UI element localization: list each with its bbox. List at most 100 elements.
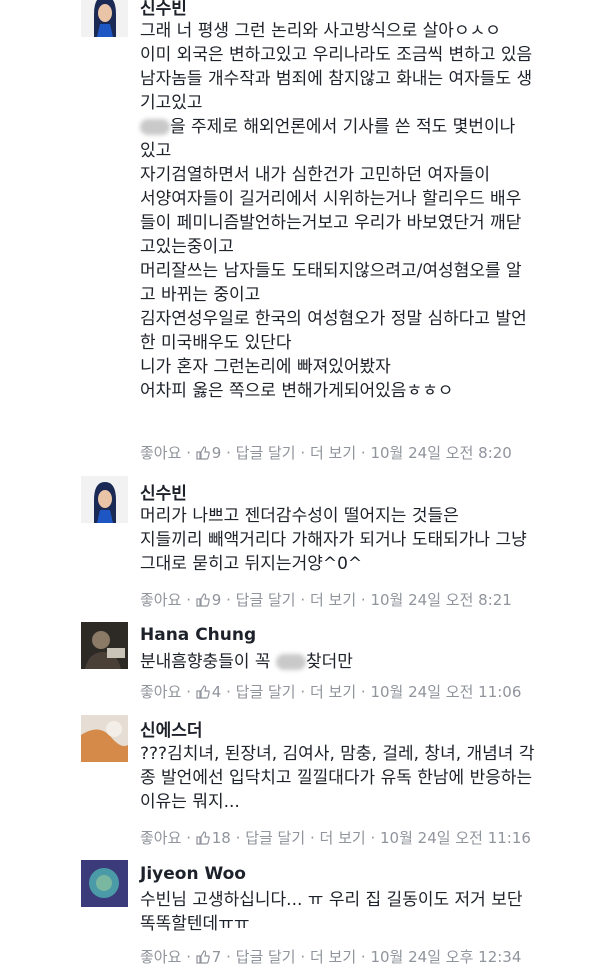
comment-actions: 좋아요 · 9 · 답글 달기 · 더 보기 · 10월 24일 오전 8:20: [140, 442, 512, 464]
comment-line: ???김치녀, 된장녀, 김여사, 맘충, 걸레, 창녀, 개념녀 각: [140, 744, 535, 764]
timestamp[interactable]: 10월 24일 오후 12:34: [370, 946, 521, 968]
comment-line-text: 분내흠향충들이 꼭: [140, 652, 271, 672]
more-link[interactable]: 더 보기: [320, 827, 366, 849]
separator: ·: [300, 444, 306, 462]
comment-line-text: 을 주제로 해외언론에서 기사를 쓴 적도 몇번이나: [170, 117, 516, 137]
like-count: 9: [196, 442, 221, 464]
avatar[interactable]: [81, 715, 128, 762]
comment-actions: 좋아요 · 7 · 답글 달기 · 더 보기 · 10월 24일 오후 12:3…: [140, 946, 521, 968]
separator: ·: [300, 683, 306, 701]
comment-line: 똑똑할텐데ㅠㅠ: [140, 914, 250, 934]
commenter-name[interactable]: Hana Chung: [140, 625, 256, 645]
comment-text: ???김치녀, 된장녀, 김여사, 맘충, 걸레, 창녀, 개념녀 각 종 발언…: [140, 742, 589, 814]
comment-line: 수빈님 고생하십니다... ㅠ 우리 집 길동이도 저거 보단: [140, 890, 523, 910]
comment-line: 니가 혼자 그런논리에 빠져있어봤자: [140, 357, 391, 377]
avatar[interactable]: [81, 476, 128, 523]
commenter-name[interactable]: Jiyeon Woo: [140, 864, 246, 884]
separator: ·: [235, 829, 241, 847]
comment-text: 수빈님 고생하십니다... ㅠ 우리 집 길동이도 저거 보단 똑똑할텐데ㅠㅠ: [140, 888, 589, 936]
profile-photo-icon: [81, 715, 128, 762]
thumbs-up-icon: [196, 685, 210, 699]
comment: 신에스더 ???김치녀, 된장녀, 김여사, 맘충, 걸레, 창녀, 개념녀 각…: [0, 710, 599, 858]
like-link[interactable]: 좋아요: [140, 946, 181, 968]
separator: ·: [370, 829, 376, 847]
comment-line: 어차피 옳은 쪽으로 변해가게되어있음ㅎㅎㅇ: [140, 381, 454, 401]
separator: ·: [226, 591, 231, 609]
comment: Hana Chung 분내흠향충들이 꼭 찾더만 좋아요 · 4 · 답글 달기…: [0, 620, 599, 710]
thumbs-up-icon: [196, 593, 210, 607]
reply-link[interactable]: 답글 달기: [236, 589, 296, 611]
comment-line: 분내흠향충들이 꼭 찾더만: [140, 650, 589, 674]
comment-line: 지들끼리 빼액거리다 가해자가 되거나 도태되가나 그냥: [140, 530, 527, 550]
like-count: 7: [196, 946, 222, 968]
timestamp[interactable]: 10월 24일 오전 11:06: [370, 681, 521, 703]
separator: ·: [186, 444, 191, 462]
separator: ·: [226, 683, 231, 701]
like-link[interactable]: 좋아요: [140, 589, 181, 611]
separator: ·: [186, 948, 191, 966]
more-link[interactable]: 더 보기: [310, 442, 356, 464]
comment-line: 들이 페미니즘발언하는거보고 우리가 바보였단거 깨닫: [140, 213, 522, 233]
comment-actions: 좋아요 · 4 · 답글 달기 · 더 보기 · 10월 24일 오전 11:0…: [140, 681, 521, 703]
separator: ·: [300, 948, 306, 966]
like-count: 18: [196, 827, 231, 849]
separator: ·: [186, 683, 191, 701]
avatar[interactable]: [81, 0, 128, 37]
profile-photo-icon: [81, 476, 128, 523]
like-count: 4: [196, 681, 222, 703]
comment-line: 한 미국배우도 있단다: [140, 333, 292, 353]
like-count-value: 9: [211, 591, 222, 609]
comment-line: 기고있고: [140, 93, 203, 113]
like-link[interactable]: 좋아요: [140, 827, 181, 849]
redacted-text: [140, 119, 170, 135]
avatar[interactable]: [81, 860, 128, 907]
like-link[interactable]: 좋아요: [140, 681, 181, 703]
like-link[interactable]: 좋아요: [140, 442, 181, 464]
more-link[interactable]: 더 보기: [310, 589, 356, 611]
comment-line: 서양여자들이 길거리에서 시위하는거나 할리우드 배우: [140, 189, 522, 209]
timestamp[interactable]: 10월 24일 오전 11:16: [380, 827, 531, 849]
comment-line: 김자연성우일로 한국의 여성혐오가 정말 심하다고 발언: [140, 309, 527, 329]
commenter-name[interactable]: 신수빈: [140, 479, 187, 504]
reply-link[interactable]: 답글 달기: [236, 442, 296, 464]
like-count-value: 4: [211, 683, 222, 701]
comment-line: 고 바뀌는 중이고: [140, 285, 261, 305]
separator: ·: [226, 444, 231, 462]
comment-actions: 좋아요 · 18 · 답글 달기 · 더 보기 · 10월 24일 오전 11:…: [140, 827, 531, 849]
profile-photo-icon: [81, 860, 128, 907]
avatar[interactable]: [81, 622, 128, 669]
comment-line-text: 찾더만: [305, 652, 353, 672]
comment-line: 있고: [140, 141, 172, 161]
profile-photo-icon: [81, 0, 128, 37]
like-count: 9: [196, 589, 222, 611]
comment: 신수빈 그래 너 평생 그런 논리와 사고방식으로 살아ㅇㅅㅇ 이미 외국은 변…: [0, 0, 599, 470]
like-count-value: 7: [211, 948, 222, 966]
separator: ·: [360, 444, 366, 462]
comment-line: 그대로 묻히고 뒤지는거양^0^: [140, 554, 363, 574]
comment-line: 이유는 뭐지...: [140, 792, 240, 812]
comment-line: 머리가 나쁘고 젠더감수성이 떨어지는 것들은: [140, 506, 459, 526]
separator: ·: [186, 591, 191, 609]
profile-photo-icon: [81, 622, 128, 669]
reply-link[interactable]: 답글 달기: [236, 681, 296, 703]
commenter-name[interactable]: 신수빈: [140, 0, 187, 19]
comment-text: 머리가 나쁘고 젠더감수성이 떨어지는 것들은 지들끼리 빼액거리다 가해자가 …: [140, 504, 589, 576]
reply-link[interactable]: 답글 달기: [236, 946, 296, 968]
more-link[interactable]: 더 보기: [310, 946, 356, 968]
timestamp[interactable]: 10월 24일 오전 8:21: [370, 589, 511, 611]
timestamp[interactable]: 10월 24일 오전 8:20: [370, 442, 511, 464]
thumbs-up-icon: [196, 446, 210, 460]
separator: ·: [309, 829, 315, 847]
commenter-name[interactable]: 신에스더: [140, 716, 203, 741]
thumbs-up-icon: [196, 831, 210, 845]
separator: ·: [300, 591, 306, 609]
more-link[interactable]: 더 보기: [310, 681, 356, 703]
comment-line: 종 발언에선 입닥치고 낄낄대다가 유독 한남에 반응하는: [140, 768, 533, 788]
separator: ·: [186, 829, 191, 847]
comment: Jiyeon Woo 수빈님 고생하십니다... ㅠ 우리 집 길동이도 저거 …: [0, 858, 599, 966]
comment-line: 그래 너 평생 그런 논리와 사고방식으로 살아ㅇㅅㅇ: [140, 21, 501, 41]
like-count-value: 18: [211, 829, 231, 847]
comment-line: 남자놈들 개수작과 범죄에 참지않고 화내는 여자들도 생: [140, 69, 533, 89]
reply-link[interactable]: 답글 달기: [245, 827, 305, 849]
comment-line: 머리잘쓰는 남자들도 도태되지않으려고/여성혐오를 알: [140, 261, 522, 281]
